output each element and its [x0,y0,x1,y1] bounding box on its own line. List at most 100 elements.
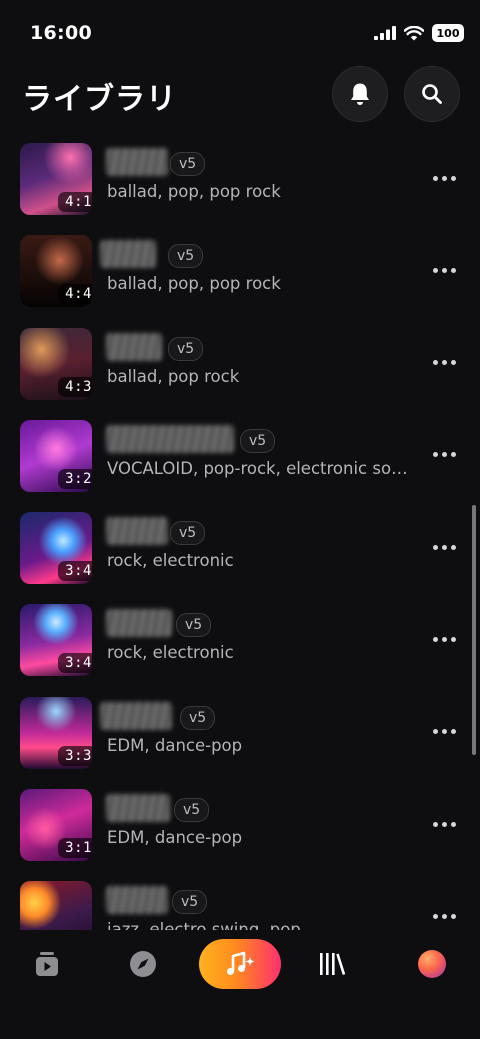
more-dots-icon [432,360,438,366]
nav-player[interactable] [25,948,69,980]
wifi-icon [404,25,424,40]
song-row[interactable]: 3:21 v5 VOCALOID, pop-rock, electronic s… [0,417,480,509]
status-bar: 16:00 100 [0,0,480,64]
more-dot [441,544,447,550]
duration-badge: 3:39 [58,745,92,766]
song-title-redacted [106,148,168,176]
song-list[interactable]: 4:18 v5 ballad, pop, pop rock 4:44 v5 ba… [0,140,480,930]
song-row[interactable]: v5 jazz, electro swing, pop [0,878,480,930]
more-dots-icon [432,452,438,458]
more-options-button[interactable] [428,629,460,649]
cover-art [20,881,92,930]
more-dot [450,544,456,550]
song-thumbnail[interactable]: 3:21 [20,419,92,492]
more-dot [450,175,456,181]
nav-library[interactable] [310,948,354,980]
nav-profile[interactable] [410,948,454,980]
song-row[interactable]: 3:17 v5 EDM, dance-pop [0,786,480,878]
more-dot [441,913,447,919]
nav-create-button[interactable] [199,939,281,989]
version-tag: v5 [174,798,210,823]
more-dot [450,729,456,735]
more-dot [450,636,456,642]
song-thumbnail[interactable]: 3:39 [20,696,92,769]
more-options-button[interactable] [428,260,460,280]
more-options-button[interactable] [428,353,460,373]
song-genres: ballad, pop, pop rock [107,182,281,201]
version-tag: v5 [170,521,206,546]
scrollbar[interactable] [472,505,476,755]
more-dot [441,360,447,366]
song-genres: rock, electronic [107,551,234,571]
more-options-button[interactable] [428,722,460,742]
version-tag: v5 [170,152,206,176]
song-genres: ballad, pop rock [107,366,240,386]
play-library-icon [36,952,58,976]
avatar [418,950,446,978]
duration-badge: 3:17 [58,838,92,859]
bell-icon [351,83,369,105]
song-title-redacted [100,240,156,269]
battery-indicator: 100 [432,24,464,42]
song-row[interactable]: 3:39 v5 EDM, dance-pop [0,694,480,786]
cellular-signal-icon [374,26,396,40]
more-dot [441,175,447,181]
song-thumbnail[interactable]: 3:17 [20,789,92,862]
song-thumbnail[interactable]: 3:44 [20,512,92,585]
song-genres: ballad, pop, pop rock [107,274,281,294]
more-options-button[interactable] [428,537,460,557]
song-genres: VOCALOID, pop-rock, electronic sou... [107,458,413,478]
more-dots-icon [432,544,438,550]
song-thumbnail[interactable]: 3:40 [20,604,92,677]
version-tag: v5 [180,705,216,730]
library-screen: 16:00 100 ライブラリ 4:1 v5 ballad, pop, pop … [0,0,480,1039]
nav-explore[interactable] [121,948,165,980]
more-dot [450,913,456,919]
create-music-icon [227,951,255,975]
song-genres: rock, electronic [107,643,234,663]
song-row[interactable]: 4:33 v5 ballad, pop rock [0,325,480,417]
more-options-button[interactable] [428,814,460,834]
song-row[interactable]: 3:40 v5 rock, electronic [0,601,480,693]
page-title: ライブラリ [22,82,177,117]
song-genres: jazz, electro swing, pop [107,920,301,930]
library-icon [320,953,346,975]
duration-badge: 4:33 [58,376,92,397]
more-options-button[interactable] [428,906,460,926]
song-thumbnail[interactable]: 4:44 [20,235,92,308]
more-dots-icon [432,913,438,919]
bottom-nav [0,930,480,1039]
duration-badge: 4:18 [58,192,92,212]
more-dot [441,821,447,827]
version-tag: v5 [240,428,276,453]
more-options-button[interactable] [428,168,460,188]
more-dot [450,821,456,827]
version-tag: v5 [168,244,204,269]
more-dots-icon [432,175,438,181]
more-dot [441,636,447,642]
more-dots-icon [432,636,438,642]
duration-badge: 3:44 [58,561,92,582]
more-dot [441,452,447,458]
song-title-redacted [106,886,168,915]
version-tag: v5 [172,890,208,915]
song-thumbnail[interactable]: 4:33 [20,327,92,400]
more-dot [441,729,447,735]
more-dot [450,360,456,366]
song-row[interactable]: 4:44 v5 ballad, pop, pop rock [0,232,480,324]
search-button[interactable] [404,66,460,122]
song-title-redacted [106,517,168,546]
song-row[interactable]: 3:44 v5 rock, electronic [0,509,480,601]
song-title-redacted [106,794,170,823]
more-dot [450,267,456,273]
song-thumbnail[interactable] [20,881,92,930]
notifications-button[interactable] [332,66,388,122]
status-icons: 100 [374,24,464,42]
song-row[interactable]: 4:18 v5 ballad, pop, pop rock [0,140,480,232]
more-dot [450,452,456,458]
more-options-button[interactable] [428,445,460,465]
compass-icon [130,951,156,977]
song-title-redacted [106,332,162,361]
song-thumbnail[interactable]: 4:18 [20,143,92,215]
song-genres: EDM, dance-pop [107,828,243,848]
